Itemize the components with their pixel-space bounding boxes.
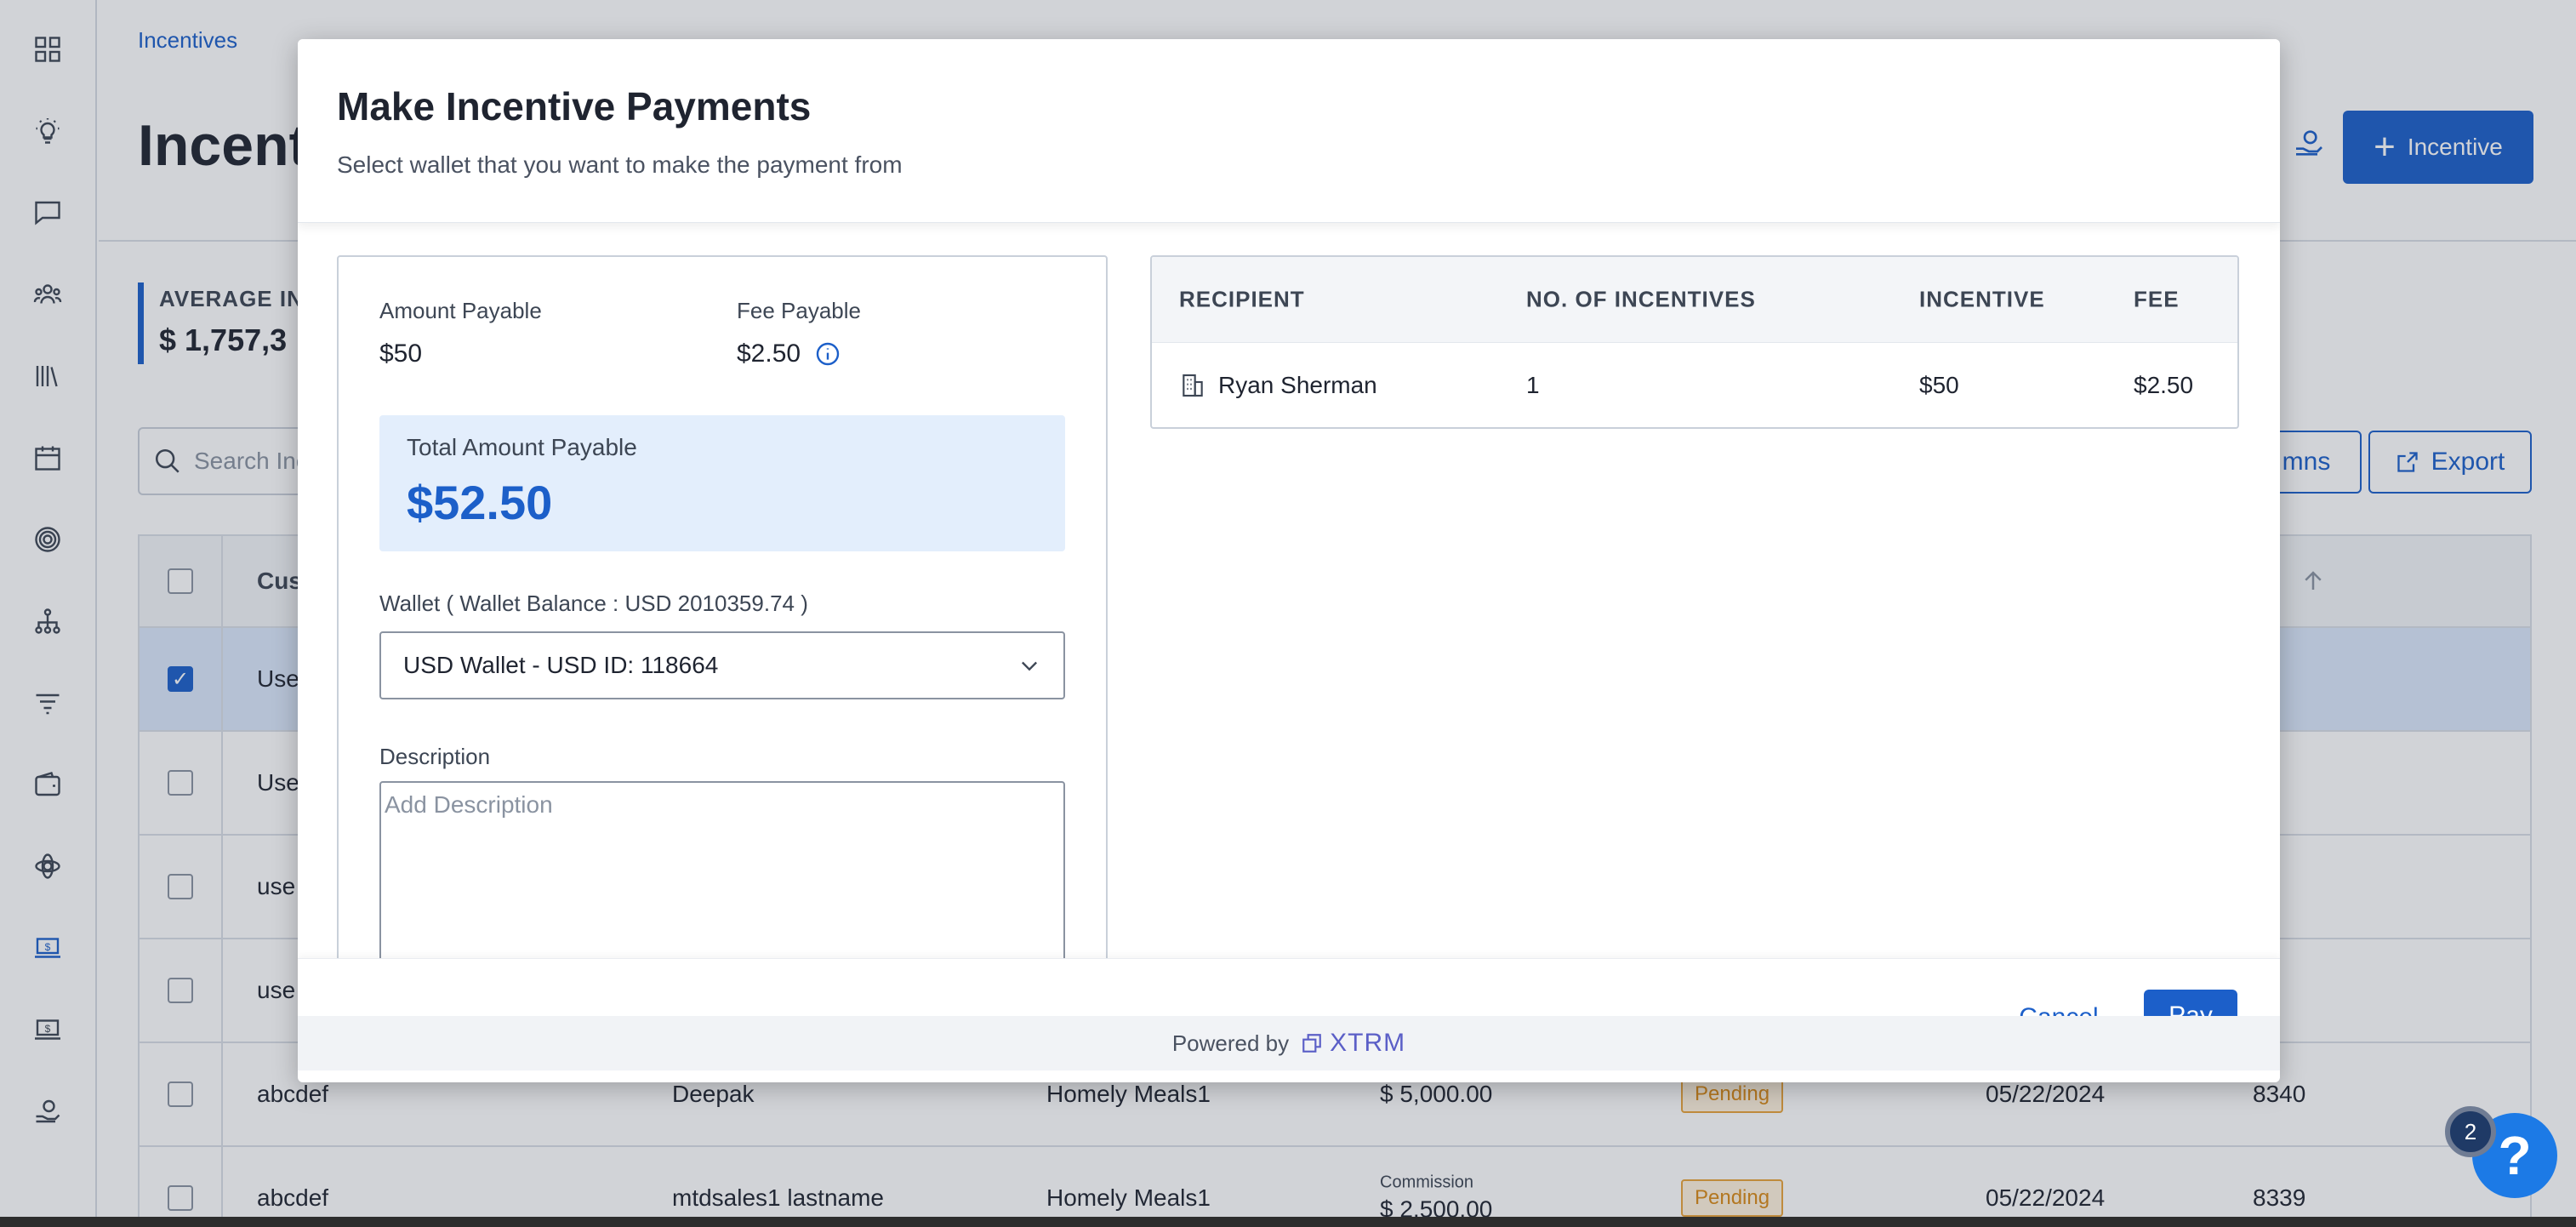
recipient-row: Ryan Sherman 1 $50 $2.50 bbox=[1152, 342, 2237, 427]
recipients-table-header: RECIPIENT NO. OF INCENTIVES INCENTIVE FE… bbox=[1152, 257, 2237, 342]
notification-badge: 2 bbox=[2445, 1106, 2496, 1157]
incentive-count: 1 bbox=[1526, 371, 1540, 398]
description-label: Description bbox=[379, 744, 491, 769]
chevron-down-icon bbox=[1022, 661, 1037, 671]
powered-by-label: Powered by bbox=[1171, 1030, 1290, 1056]
info-icon[interactable] bbox=[814, 340, 841, 368]
xtrm-brand-text: XTRM bbox=[1330, 1029, 1406, 1057]
dialog-subtitle: Select wallet that you want to make the … bbox=[337, 151, 903, 178]
total-amount-value: $52.50 bbox=[407, 476, 553, 529]
wallet-select[interactable]: USD Wallet - USD ID: 118664 bbox=[379, 631, 1065, 699]
wallet-selected-value: USD Wallet - USD ID: 118664 bbox=[403, 652, 719, 678]
recipient-name: Ryan Sherman bbox=[1218, 371, 1377, 398]
question-mark-icon: ? bbox=[2498, 1125, 2532, 1186]
building-icon bbox=[1183, 374, 1203, 397]
xtrm-logo-icon bbox=[1302, 1034, 1321, 1053]
description-placeholder: Add Description bbox=[385, 791, 553, 818]
fee-payable-label: Fee Payable bbox=[737, 298, 861, 323]
powered-by-bar: Powered by XTRM bbox=[298, 1016, 2280, 1070]
wallet-label: Wallet ( Wallet Balance : USD 2010359.74… bbox=[379, 591, 808, 616]
amount-payable-label: Amount Payable bbox=[379, 298, 542, 323]
make-incentive-payments-dialog: Make Incentive Payments Select wallet th… bbox=[298, 39, 2280, 1082]
fee-payable-value: $2.50 bbox=[737, 340, 801, 368]
total-amount-label: Total Amount Payable bbox=[407, 434, 637, 460]
column-header-incentive: INCENTIVE bbox=[1919, 286, 2045, 312]
xtrm-logo: XTRM bbox=[1301, 1029, 1405, 1058]
dialog-body: Amount Payable $50 Fee Payable $2.50 Tot… bbox=[298, 223, 2280, 958]
column-header-recipient: RECIPIENT bbox=[1179, 286, 1305, 312]
dialog-header: Make Incentive Payments Select wallet th… bbox=[298, 39, 2280, 223]
column-header-fee: FEE bbox=[2134, 286, 2180, 312]
total-amount-box: Total Amount Payable $52.50 bbox=[379, 415, 1065, 551]
description-textarea[interactable]: Add Description bbox=[379, 781, 1065, 958]
dialog-footer: Cancel Pay Powered by XTRM bbox=[298, 958, 2280, 1070]
incentive-amount: $50 bbox=[1919, 371, 1959, 398]
fee-amount: $2.50 bbox=[2134, 371, 2194, 398]
amount-payable-value: $50 bbox=[379, 340, 423, 368]
payment-summary-panel: Amount Payable $50 Fee Payable $2.50 Tot… bbox=[337, 255, 1108, 958]
dialog-title: Make Incentive Payments bbox=[337, 84, 812, 128]
column-header-count: NO. OF INCENTIVES bbox=[1526, 286, 1756, 312]
recipients-table: RECIPIENT NO. OF INCENTIVES INCENTIVE FE… bbox=[1150, 255, 2239, 429]
